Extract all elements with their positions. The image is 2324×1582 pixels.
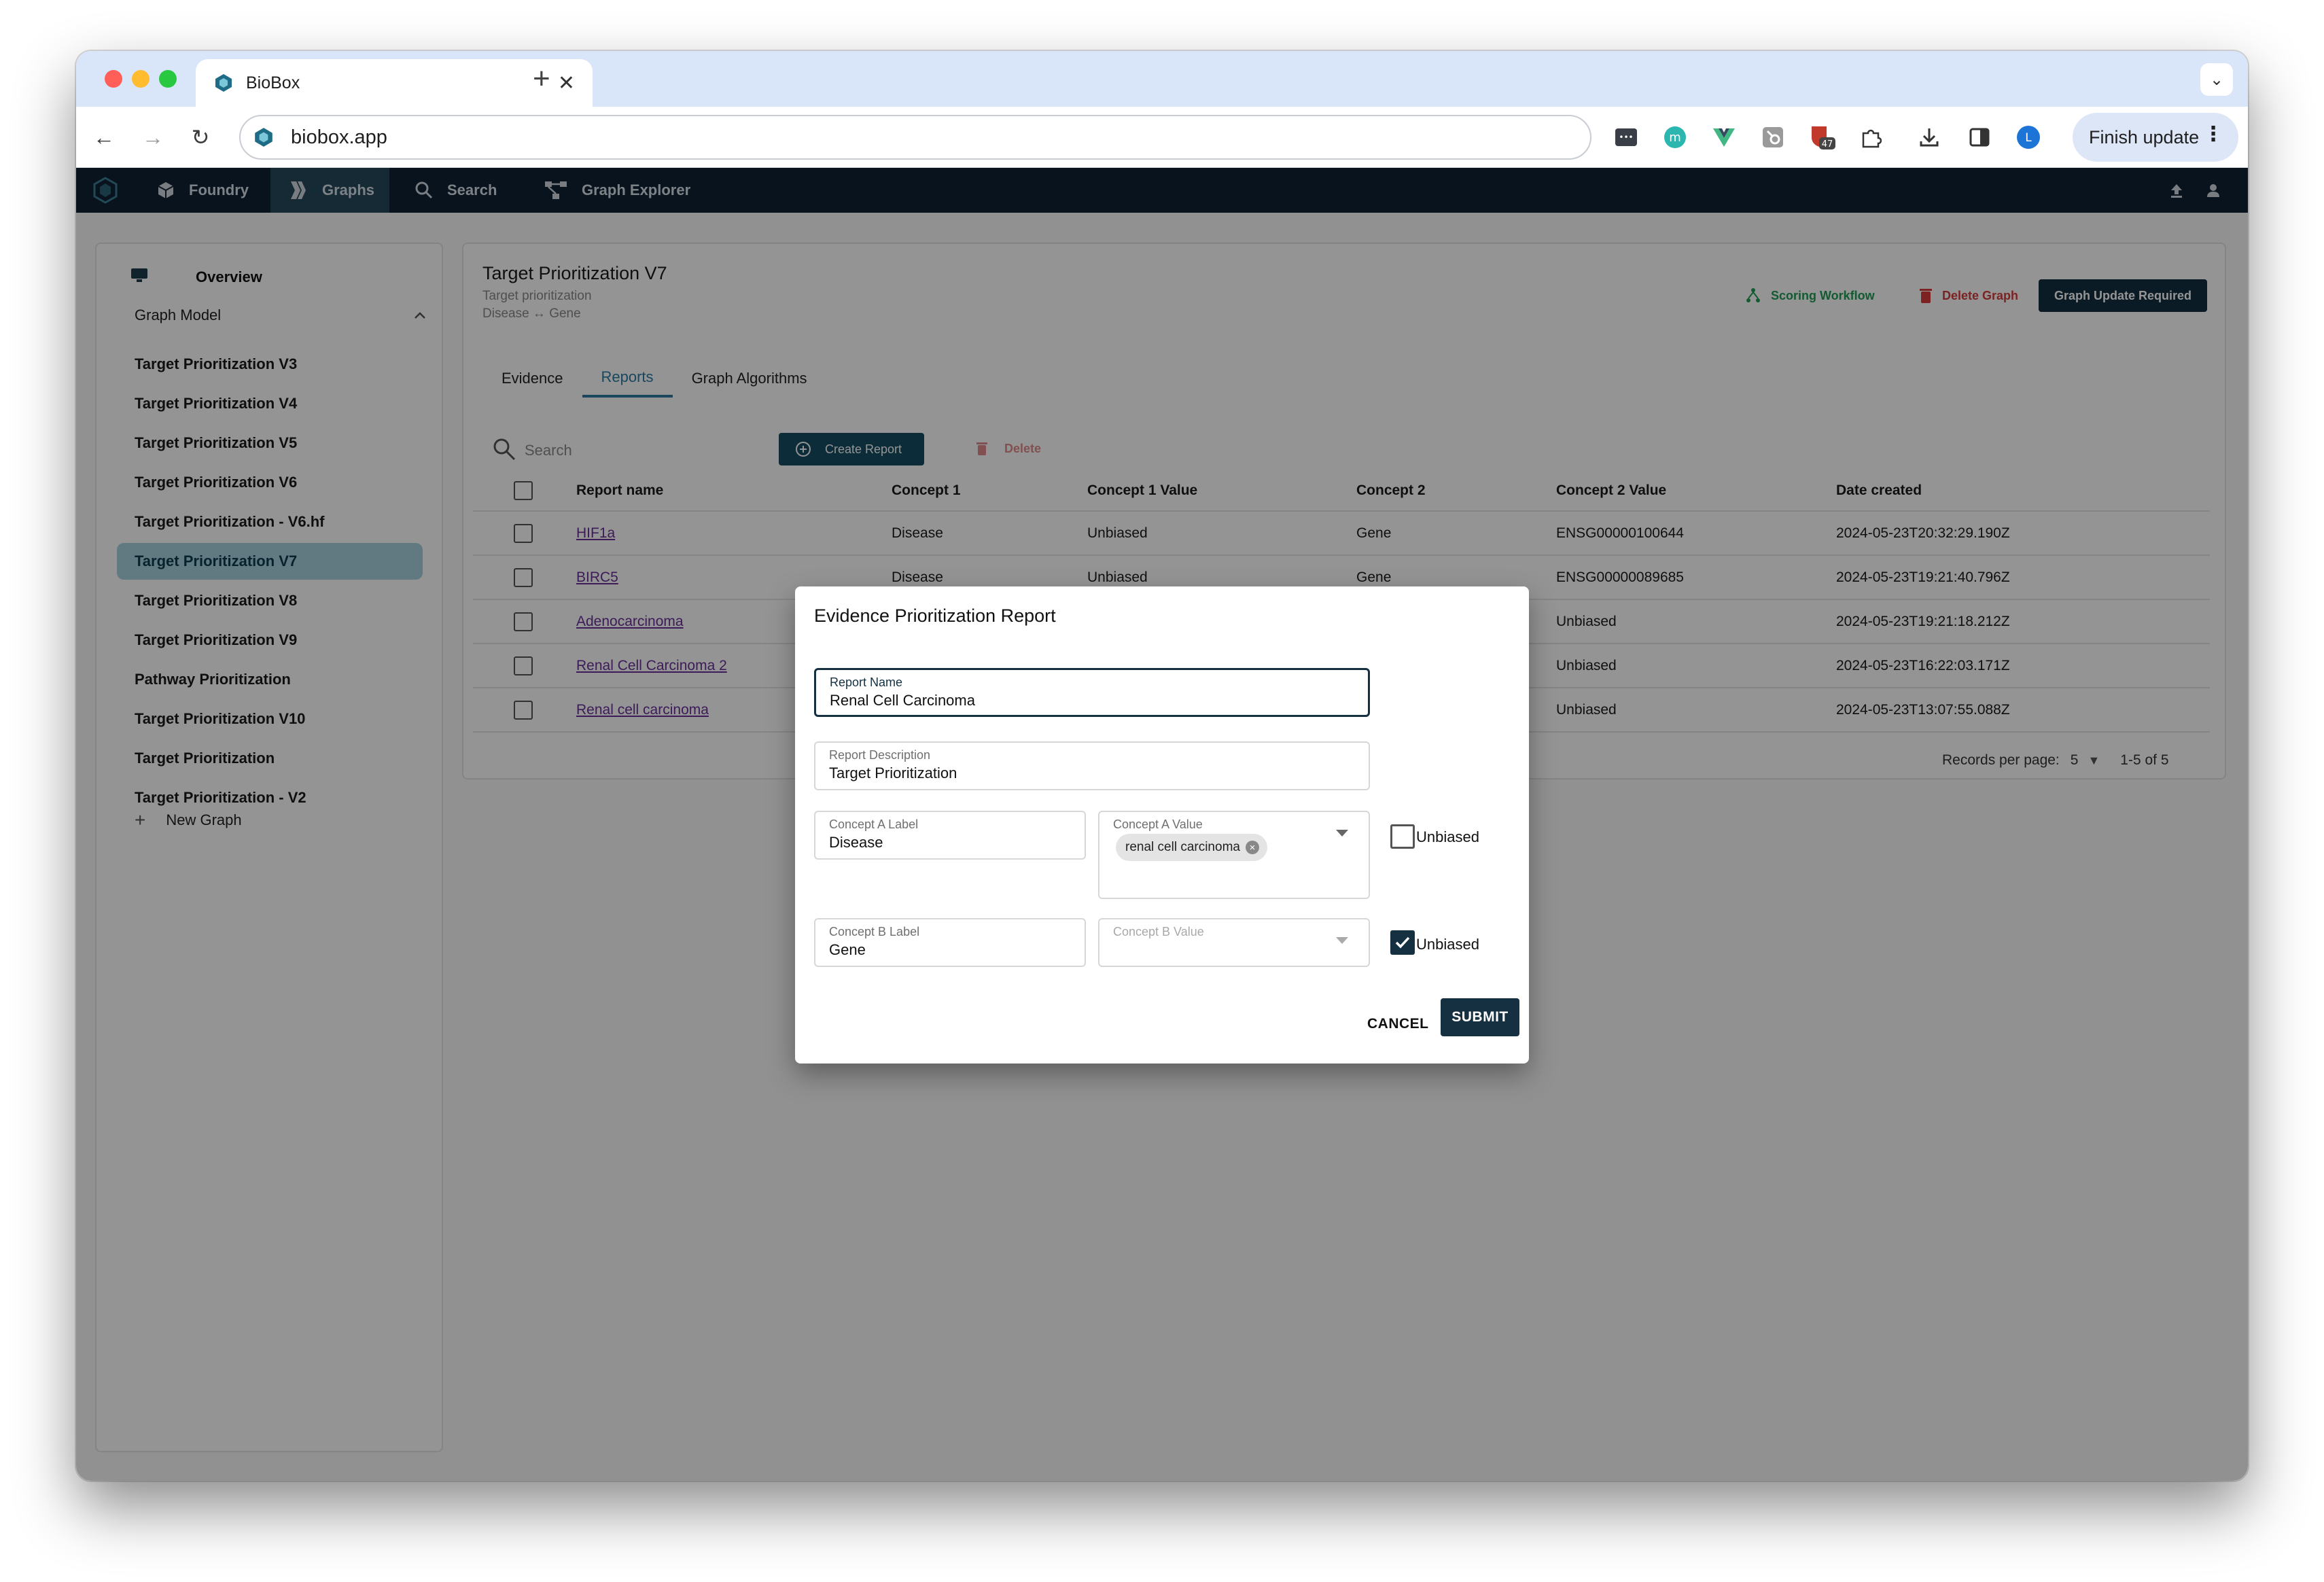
back-arrow-icon[interactable]: ← [88, 122, 120, 153]
forward-arrow-icon[interactable]: → [137, 122, 169, 153]
close-window-button[interactable] [105, 70, 122, 88]
caret-down-icon [1336, 937, 1348, 944]
maximize-window-button[interactable] [159, 70, 177, 88]
downloads-icon[interactable] [1915, 123, 1943, 152]
evidence-report-dialog: Evidence Prioritization Report Report Na… [795, 586, 1529, 1064]
extension-badge: 47 [1822, 139, 1833, 150]
concept-a-value-select[interactable]: Concept A Value renal cell carcinoma × [1098, 811, 1370, 899]
side-panel-icon[interactable] [1965, 123, 1994, 152]
password-extension-icon[interactable]: ••• [1612, 123, 1640, 152]
biobox-favicon-icon [215, 74, 232, 92]
cancel-button[interactable]: CANCEL [1367, 1016, 1429, 1032]
concept-b-label-input[interactable] [829, 941, 1072, 959]
tab-search-chevron-icon[interactable]: ⌄ [2200, 63, 2233, 96]
report-description-label: Report Description [829, 748, 931, 762]
report-name-field[interactable]: Report Name [814, 668, 1370, 717]
checkmark-icon [1395, 936, 1410, 949]
report-name-label: Report Name [830, 675, 903, 689]
address-url: biobox.app [291, 126, 387, 148]
m-extension-icon[interactable]: m [1661, 123, 1689, 152]
concept-b-label-field[interactable]: Concept B Label [814, 918, 1086, 967]
new-tab-button[interactable]: + [533, 58, 550, 100]
shield-extension-icon[interactable]: 47 [1808, 123, 1836, 152]
tab-close-icon[interactable]: ✕ [558, 71, 575, 95]
concept-a-label-input[interactable] [829, 834, 1072, 851]
svg-text:•••: ••• [1619, 133, 1633, 142]
browser-window: BioBox ✕ + ⌄ ← → ↻ biobox.app ••• m 47 L… [76, 51, 2248, 1481]
browser-menu-icon: ⋮ [2203, 123, 2223, 145]
concept-a-value-label: Concept A Value [1113, 818, 1203, 831]
concept-b-value-label: Concept B Value [1113, 925, 1204, 938]
chip-remove-icon[interactable]: × [1245, 841, 1259, 854]
report-description-input[interactable] [829, 764, 1327, 782]
finish-update-button[interactable]: Finish update ⋮ [2073, 113, 2238, 162]
extensions-puzzle-icon[interactable] [1856, 123, 1885, 152]
svg-text:m: m [1669, 130, 1681, 145]
site-favicon-icon [255, 128, 272, 147]
vue-devtools-icon[interactable] [1710, 123, 1738, 152]
concept-a-label-field[interactable]: Concept A Label [814, 811, 1086, 860]
submit-button[interactable]: SUBMIT [1441, 998, 1519, 1036]
browser-tabbar: BioBox ✕ + ⌄ [76, 51, 2248, 107]
hubspot-extension-icon[interactable] [1759, 123, 1787, 152]
dialog-title: Evidence Prioritization Report [814, 605, 1056, 626]
concept-b-value-select[interactable]: Concept B Value [1098, 918, 1370, 967]
concept-a-unbiased-label: Unbiased [1416, 828, 1479, 845]
minimize-window-button[interactable] [132, 70, 149, 88]
concept-b-label-label: Concept B Label [829, 925, 920, 938]
finish-update-label: Finish update [2089, 126, 2200, 147]
concept-b-unbiased-label: Unbiased [1416, 936, 1479, 953]
concept-a-value-chip[interactable]: renal cell carcinoma × [1116, 834, 1267, 861]
report-description-field[interactable]: Report Description [814, 741, 1370, 790]
profile-initial: L [2025, 131, 2032, 145]
caret-down-icon [1336, 830, 1348, 837]
chip-label: renal cell carcinoma [1125, 840, 1240, 854]
browser-toolbar: ← → ↻ biobox.app ••• m 47 L Finish updat… [76, 107, 2248, 168]
profile-avatar[interactable]: L [2014, 123, 2043, 152]
report-name-input[interactable] [830, 692, 1326, 709]
concept-b-unbiased-checkbox[interactable] [1390, 930, 1415, 955]
concept-a-label-label: Concept A Label [829, 818, 919, 831]
reload-icon[interactable]: ↻ [185, 122, 216, 153]
address-bar[interactable]: biobox.app [239, 115, 1591, 160]
concept-a-unbiased-checkbox[interactable] [1390, 824, 1415, 849]
tab-title: BioBox [246, 73, 300, 92]
